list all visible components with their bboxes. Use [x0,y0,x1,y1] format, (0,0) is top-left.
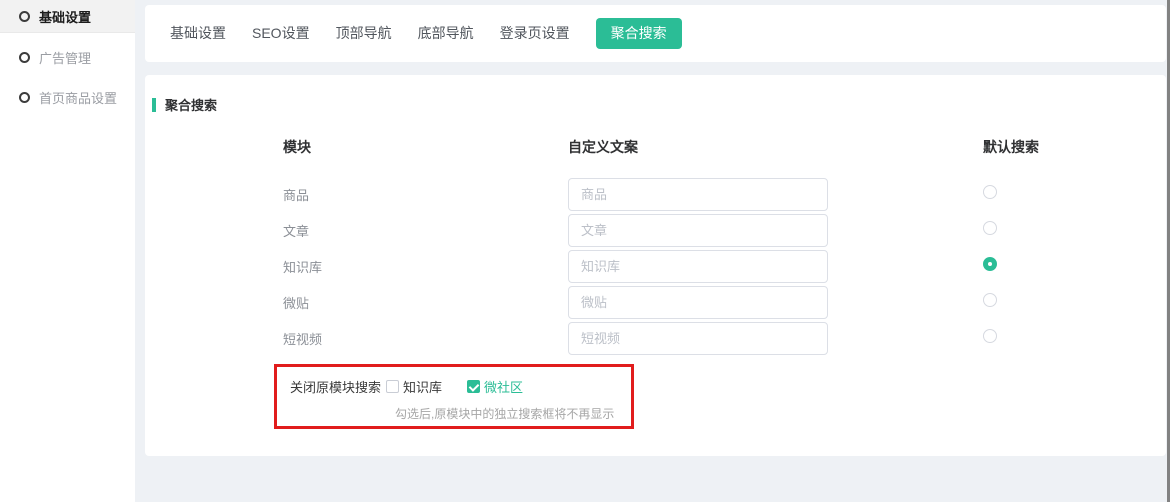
sidebar: 基础设置 广告管理 首页商品设置 [0,0,135,502]
tab-top-nav[interactable]: 顶部导航 [336,18,392,49]
tab-seo-settings[interactable]: SEO设置 [252,18,310,49]
title-accent-bar [152,98,156,112]
table-row: 商品 [283,176,1166,212]
close-original-label: 关闭原模块搜索 [290,377,381,396]
module-label: 商品 [283,185,568,204]
section-title-text: 聚合搜索 [165,95,217,114]
default-search-radio[interactable] [983,293,997,307]
sidebar-item-label: 基础设置 [39,7,91,26]
checkbox-label: 知识库 [403,377,442,396]
custom-text-input[interactable] [568,250,828,283]
custom-text-input[interactable] [568,286,828,319]
custom-text-input[interactable] [568,214,828,247]
default-search-radio[interactable] [983,329,997,343]
table-row: 微贴 [283,284,1166,320]
column-header-module: 模块 [283,137,568,157]
tab-basic-settings[interactable]: 基础设置 [170,18,226,49]
checkbox-icon[interactable] [386,380,399,393]
table-row: 短视频 [283,320,1166,356]
sidebar-item-label: 广告管理 [39,48,91,67]
tab-bottom-nav[interactable]: 底部导航 [418,18,474,49]
tab-login-page-settings[interactable]: 登录页设置 [500,18,570,49]
custom-text-input[interactable] [568,322,828,355]
close-original-hint: 勾选后,原模块中的独立搜索框将不再显示 [395,405,1166,422]
circle-icon [19,11,30,22]
sidebar-item-label: 首页商品设置 [39,88,117,107]
column-header-default-search: 默认搜索 [983,137,1103,157]
circle-icon [19,52,30,63]
checkbox-item-knowledge-base[interactable]: 知识库 [386,377,442,396]
aggregate-search-panel: 聚合搜索 模块 自定义文案 默认搜索 商品 文章 知识库 [145,75,1166,456]
section-title: 聚合搜索 [145,75,1166,114]
default-search-radio[interactable] [983,221,997,235]
checkbox-checked-icon[interactable] [467,380,480,393]
close-original-module-row: 关闭原模块搜索 知识库 微社区 [290,376,1166,396]
custom-text-input[interactable] [568,178,828,211]
sidebar-item-basic-settings[interactable]: 基础设置 [0,0,135,33]
module-label: 知识库 [283,257,568,276]
sidebar-item-home-product-settings[interactable]: 首页商品设置 [0,77,135,117]
circle-icon [19,92,30,103]
sidebar-item-ad-management[interactable]: 广告管理 [0,37,135,77]
module-label: 文章 [283,221,568,240]
settings-tab-bar: 基础设置 SEO设置 顶部导航 底部导航 登录页设置 聚合搜索 [145,5,1166,62]
checkbox-item-micro-community[interactable]: 微社区 [467,377,523,396]
table-header-row: 模块 自定义文案 默认搜索 [283,137,1166,157]
module-search-table: 模块 自定义文案 默认搜索 商品 文章 知识库 微贴 [283,137,1166,356]
table-row: 文章 [283,212,1166,248]
checkbox-label: 微社区 [484,377,523,396]
module-label: 微贴 [283,293,568,312]
default-search-radio-selected[interactable] [983,257,997,271]
default-search-radio[interactable] [983,185,997,199]
tab-aggregate-search[interactable]: 聚合搜索 [596,18,682,49]
module-label: 短视频 [283,329,568,348]
column-header-custom-text: 自定义文案 [568,137,983,157]
main-area: 基础设置 SEO设置 顶部导航 底部导航 登录页设置 聚合搜索 聚合搜索 模块 … [145,0,1166,456]
table-row: 知识库 [283,248,1166,284]
